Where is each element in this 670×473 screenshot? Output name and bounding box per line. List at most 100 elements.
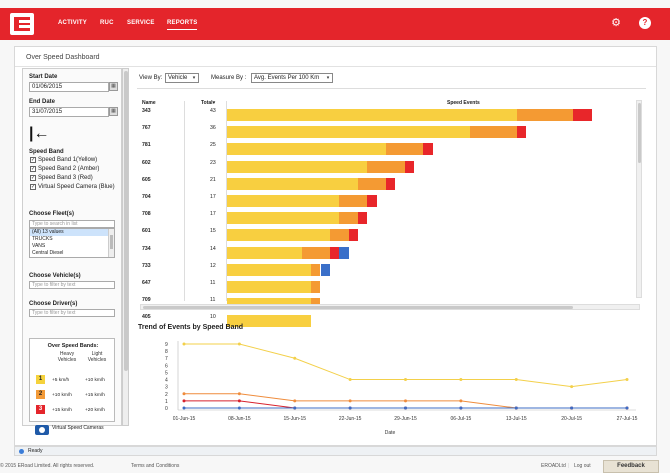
driver-label: Choose Driver(s) <box>29 301 78 307</box>
bar-segment[interactable] <box>385 143 424 156</box>
row-name[interactable]: 343 <box>142 108 151 114</box>
title-divider <box>15 66 656 67</box>
vertical-scrollbar[interactable] <box>636 100 642 298</box>
fleet-search-input[interactable]: Type to search in list <box>29 220 115 228</box>
bar-segment[interactable] <box>339 212 358 225</box>
help-icon[interactable]: ? <box>639 17 651 29</box>
bar-segment[interactable] <box>329 229 349 242</box>
row-total: 14 <box>210 245 216 252</box>
measure-by-select[interactable]: Avg. Events Per 100 Km ▾ <box>251 73 333 83</box>
bar-segment[interactable] <box>227 126 471 139</box>
band-2-swatch: 2 <box>36 390 45 399</box>
bar-segment[interactable] <box>320 263 330 276</box>
bar-segment[interactable] <box>572 109 592 121</box>
list-item[interactable]: Central Diesel <box>30 250 114 257</box>
bar-segment[interactable] <box>516 109 573 121</box>
bar-segment[interactable] <box>357 212 368 225</box>
fleet-label: Choose Fleet(s) <box>29 211 75 217</box>
bar-segment[interactable] <box>227 143 386 156</box>
bar-segment[interactable] <box>227 109 517 121</box>
row-total: 10 <box>210 314 216 321</box>
band-3-light: +20 km/h <box>85 408 105 413</box>
view-by-label: View By: <box>139 75 163 81</box>
row-total: 23 <box>210 159 216 166</box>
row-name[interactable]: 647 <box>142 280 151 286</box>
row-name[interactable]: 781 <box>142 142 151 148</box>
eroad-logo[interactable] <box>10 13 34 35</box>
band-2-heavy: +10 km/h <box>52 393 72 398</box>
bar-segment[interactable] <box>227 195 340 207</box>
list-item[interactable]: TRUCKS <box>30 236 114 243</box>
total-column-header[interactable]: Total▾ <box>201 100 215 106</box>
bar-segment[interactable] <box>470 126 517 139</box>
bar-segment[interactable] <box>311 263 321 276</box>
speed-band-legend: Over Speed Bands: Heavy Vehicles Light V… <box>29 338 115 422</box>
vehicle-filter-input[interactable]: Type to filter by text <box>29 281 115 289</box>
bar-segment[interactable] <box>357 177 386 190</box>
row-name[interactable]: 709 <box>142 297 151 303</box>
bar-segment[interactable] <box>385 177 396 190</box>
bar-segment[interactable] <box>301 246 330 259</box>
nav-service[interactable]: SERVICE <box>127 20 155 26</box>
bar-segment[interactable] <box>311 281 321 293</box>
name-column-header[interactable]: Name <box>142 100 156 106</box>
nav-activity[interactable]: ACTIVITY <box>58 20 87 26</box>
list-item[interactable]: VANS <box>30 243 114 250</box>
logout-link[interactable]: Log out <box>574 463 591 469</box>
row-name[interactable]: 704 <box>142 194 151 200</box>
nav-reports[interactable]: REPORTS <box>167 20 198 30</box>
bar-segment[interactable] <box>339 246 349 259</box>
trend-chart-title: Trend of Events by Speed Band <box>138 324 244 331</box>
bar-segment[interactable] <box>227 160 368 173</box>
list-item[interactable]: (All) 13 values <box>30 229 114 236</box>
start-date-field[interactable]: 01/06/2015 <box>29 82 109 92</box>
row-total: 43 <box>210 108 216 114</box>
bar-segment[interactable] <box>348 229 358 242</box>
driver-filter-input[interactable]: Type to filter by text <box>29 309 115 317</box>
bar-segment[interactable] <box>423 143 433 156</box>
bar-segment[interactable] <box>339 195 368 207</box>
row-name[interactable]: 405 <box>142 314 151 320</box>
row-name[interactable]: 601 <box>142 228 151 234</box>
feedback-button[interactable]: Feedback <box>603 460 659 473</box>
bar-segment[interactable] <box>367 160 405 173</box>
legend-title: Over Speed Bands: <box>47 343 99 349</box>
speed-band-2-checkbox[interactable]: ✓ Speed Band 2 (Amber) <box>30 165 99 173</box>
row-total: 15 <box>210 228 216 235</box>
column-divider <box>184 101 185 301</box>
bar-segment[interactable] <box>516 126 527 139</box>
nav-ruc[interactable]: RUC <box>100 20 114 26</box>
fleet-listbox[interactable]: (All) 13 values TRUCKS VANS Central Dies… <box>29 228 115 258</box>
bar-segment[interactable] <box>367 195 377 207</box>
terms-link[interactable]: Terms and Conditions <box>131 463 179 469</box>
speed-band-1-checkbox[interactable]: ✓ Speed Band 1(Yellow) <box>30 156 97 164</box>
row-name[interactable]: 734 <box>142 246 151 252</box>
horizontal-scrollbar[interactable] <box>140 304 640 310</box>
bar-segment[interactable] <box>227 212 340 225</box>
bar-segment[interactable] <box>329 246 340 259</box>
band-2-light: +15 km/h <box>85 393 105 398</box>
end-date-label: End Date <box>29 99 56 105</box>
virtual-camera-checkbox[interactable]: ✓ Virtual Speed Camera (Blue) <box>30 183 120 191</box>
row-total: 11 <box>210 297 216 304</box>
calendar-icon[interactable]: ▦ <box>109 82 118 91</box>
row-name[interactable]: 605 <box>142 177 151 183</box>
bar-segment[interactable] <box>227 229 330 242</box>
row-name[interactable]: 733 <box>142 263 151 269</box>
collapse-arrow-icon[interactable]: |← <box>29 126 49 142</box>
bar-segment[interactable] <box>227 281 312 293</box>
end-date-field[interactable]: 31/07/2015 <box>29 107 109 117</box>
bar-segment[interactable] <box>227 263 312 276</box>
gear-icon[interactable]: ⚙ <box>610 17 622 29</box>
speed-band-3-checkbox[interactable]: ✓ Speed Band 3 (Red) <box>30 174 93 182</box>
bar-segment[interactable] <box>404 160 414 173</box>
row-name[interactable]: 767 <box>142 125 151 131</box>
row-name[interactable]: 602 <box>142 160 151 166</box>
view-by-select[interactable]: Vehicle ▾ <box>165 73 199 83</box>
bar-segment[interactable] <box>227 177 358 190</box>
bar-segment[interactable] <box>227 246 302 259</box>
row-name[interactable]: 708 <box>142 211 151 217</box>
sidebar-scrollbar[interactable] <box>122 68 129 426</box>
calendar-icon[interactable]: ▦ <box>109 107 118 116</box>
user-name: EROADLtd <box>541 463 566 469</box>
